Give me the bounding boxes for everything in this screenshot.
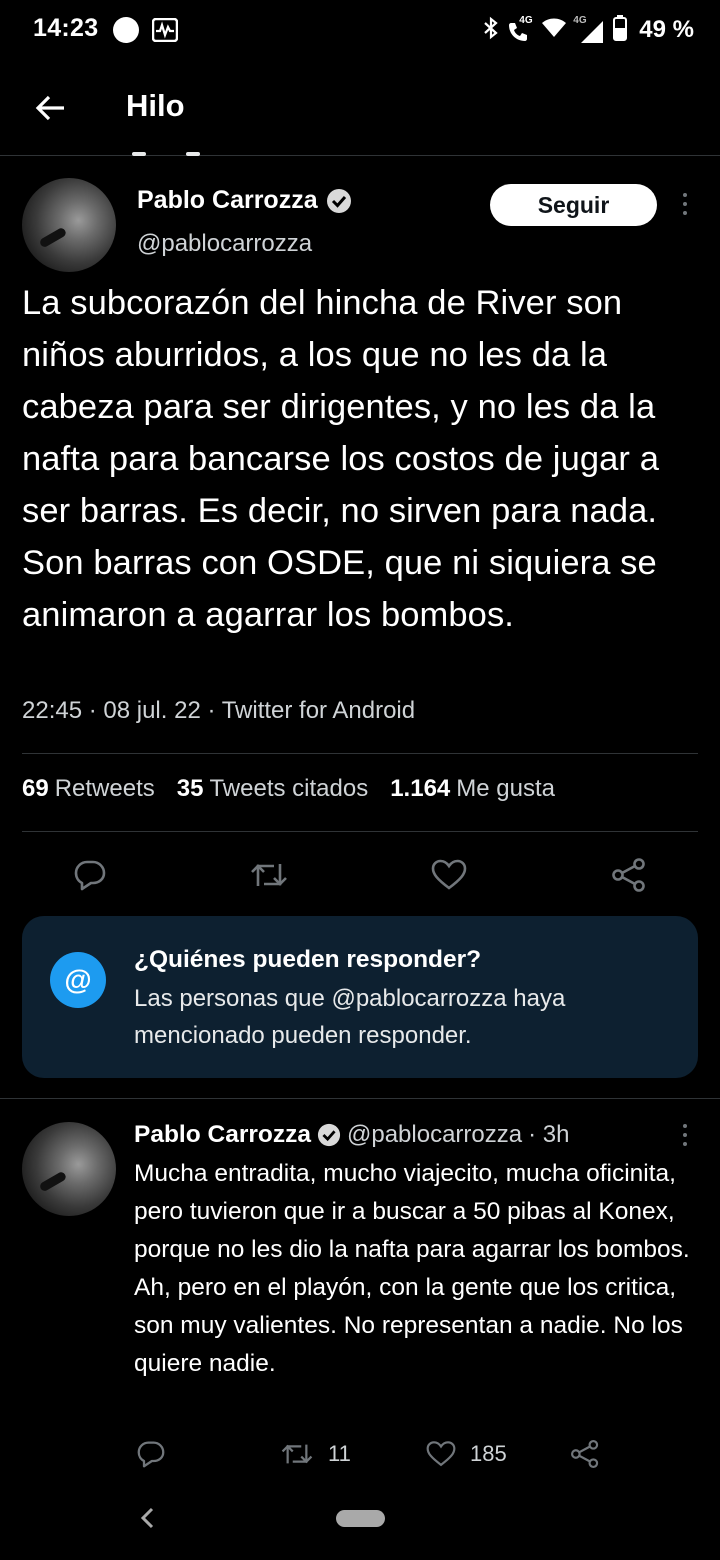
arrow-left-icon <box>35 95 64 121</box>
reply-button[interactable] <box>65 850 115 900</box>
reply-time: · 3h <box>528 1121 570 1148</box>
signal-icon: 4G <box>573 15 605 43</box>
who-can-reply-title: ¿Quiénes pueden responder? <box>134 946 482 973</box>
more-options-icon[interactable] <box>675 190 695 218</box>
battery-icon <box>613 14 628 46</box>
page-title: Hilo <box>126 88 185 123</box>
reply-share-button[interactable] <box>570 1432 600 1476</box>
call-icon: 4G <box>507 15 533 43</box>
retweet-icon <box>251 864 287 886</box>
bluetooth-icon <box>483 16 499 45</box>
reply-avatar[interactable] <box>22 1122 116 1216</box>
like-icon <box>431 859 467 890</box>
likes-count: 1.164 <box>390 775 451 802</box>
back-button[interactable] <box>28 86 72 130</box>
share-button[interactable] <box>604 850 654 900</box>
battery-percent: 49 % <box>639 16 694 43</box>
verified-icon <box>317 1123 341 1147</box>
status-icons: 4G 4G 49 % <box>483 12 694 48</box>
quotes-stat[interactable]: 35 Tweets citados <box>177 775 368 803</box>
retweets-label: Retweets <box>54 775 155 802</box>
chevron-left-icon <box>140 1507 154 1529</box>
reply-reply-button[interactable] <box>136 1432 166 1476</box>
tweet-text: La subcorazón del hincha de River son ni… <box>22 284 659 634</box>
avatar[interactable] <box>22 178 116 272</box>
reply-actions: 11 185 <box>0 1432 720 1476</box>
likes-stat[interactable]: 1.164 Me gusta <box>390 775 555 803</box>
quotes-count: 35 <box>176 775 204 802</box>
share-icon <box>612 858 645 892</box>
network-label-1: 4G <box>519 15 533 26</box>
divider <box>22 831 698 832</box>
follow-button[interactable]: Seguir <box>490 184 657 226</box>
reply-icon <box>74 860 106 891</box>
divider <box>0 1098 720 1099</box>
author-name[interactable]: Pablo Carrozza <box>137 186 352 215</box>
likes-label: Me gusta <box>456 775 555 802</box>
reply-icon <box>137 1441 165 1468</box>
reply-retweet-count: 11 <box>328 1441 351 1466</box>
retweet-icon <box>281 1444 313 1464</box>
reply-author-handle[interactable]: @pablocarrozza <box>347 1121 522 1149</box>
like-button[interactable] <box>424 850 474 900</box>
like-icon <box>426 1441 456 1467</box>
quotes-label: Tweets citados <box>209 775 369 802</box>
retweets-count: 69 <box>22 775 49 802</box>
reply-more-options-icon[interactable] <box>675 1121 695 1149</box>
author-handle[interactable]: @pablocarrozza <box>137 230 312 258</box>
home-gesture-pill[interactable] <box>336 1510 385 1527</box>
who-can-reply-body: Las personas que @pablocarrozza haya men… <box>134 985 566 1049</box>
at-icon: @ <box>50 952 106 1008</box>
status-bar: 14:23 4G 4G 49 % <box>0 0 720 64</box>
share-icon <box>571 1440 599 1468</box>
tweet-meta: 22:45 · 08 jul. 22 · Twitter for Android <box>22 697 416 724</box>
thread-header: Hilo <box>0 64 720 156</box>
reply-like-button[interactable]: 185 <box>426 1432 507 1476</box>
wifi-icon <box>541 17 567 44</box>
circle-dot-icon <box>113 17 139 43</box>
tweet-actions <box>0 850 720 900</box>
divider <box>22 753 698 754</box>
activity-icon <box>151 17 179 43</box>
reply-header: Pablo Carrozza @pablocarrozza · 3h <box>134 1121 569 1149</box>
author-name-text: Pablo Carrozza <box>137 186 318 214</box>
tweet-stats: 69 Retweets 35 Tweets citados 1.164 Me gust… <box>22 775 555 803</box>
reply-tweet-text: Mucha entradita, mucho viajecito, mucha … <box>134 1160 690 1377</box>
reply-author-name[interactable]: Pablo Carrozza <box>134 1121 311 1149</box>
reply-like-count: 185 <box>470 1441 507 1466</box>
retweet-button[interactable] <box>244 850 294 900</box>
retweets-stat[interactable]: 69 Retweets <box>22 775 155 803</box>
scrolled-text-fragment <box>132 146 252 156</box>
nav-back-button[interactable] <box>136 1504 160 1532</box>
status-time: 14:23 <box>33 14 99 42</box>
verified-icon <box>326 188 351 213</box>
who-can-reply-card: @ ¿Quiénes pueden responder? Las persona… <box>22 916 698 1078</box>
reply-retweet-button[interactable]: 11 <box>280 1432 351 1476</box>
